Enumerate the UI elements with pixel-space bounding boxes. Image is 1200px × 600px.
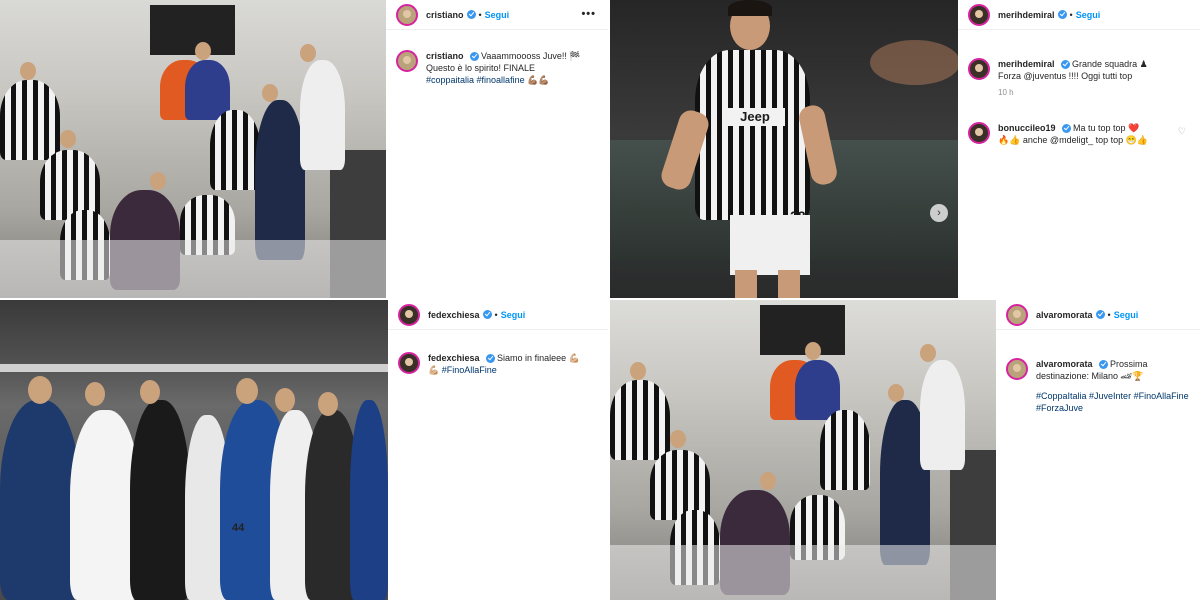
caption-hashtags-line2[interactable]: #ForzaJuve bbox=[1036, 403, 1083, 413]
username-link[interactable]: alvaromorata bbox=[1036, 310, 1093, 320]
caption-hashtags-line1[interactable]: #CoppaItalia #JuveInter #FinoAllaFine bbox=[1036, 391, 1189, 401]
caption: alvaromorata Prossima destinazione: Mila… bbox=[1006, 358, 1190, 414]
caption-text-line2: Forza @juventus !!!! Oggi tutti top bbox=[998, 71, 1133, 81]
username-link[interactable]: merihdemiral bbox=[998, 10, 1055, 20]
caption-hashtags[interactable]: 💪🏼 #FinoAllaFine bbox=[428, 365, 497, 375]
follow-button[interactable]: Segui bbox=[1114, 310, 1139, 320]
caption-username[interactable]: alvaromorata bbox=[1036, 359, 1093, 369]
post-merihdemiral: Jeep 28 › merihdemiral • Segui merihdemi… bbox=[610, 0, 1200, 298]
verified-badge-icon bbox=[482, 310, 492, 319]
post-header: merihdemiral • Segui bbox=[958, 0, 1200, 30]
player-number: 44 bbox=[232, 522, 245, 534]
post-fedexchiesa: 44 fedexchiesa • Segui fedexchiesa Siamo… bbox=[0, 300, 608, 600]
caption-text-line2: destinazione: Milano 🏎🏆 bbox=[1036, 371, 1144, 381]
post-photo-player[interactable]: Jeep 28 › bbox=[610, 0, 958, 298]
separator-dot: • bbox=[494, 309, 498, 320]
caption-text-line1: Prossima bbox=[1110, 359, 1148, 369]
verified-badge-icon bbox=[485, 354, 495, 364]
verified-badge-icon bbox=[1061, 124, 1071, 134]
post-header: alvaromorata • Segui bbox=[996, 300, 1200, 330]
like-heart-icon[interactable]: ♡ bbox=[1178, 126, 1186, 137]
username-link[interactable]: cristiano bbox=[426, 10, 464, 20]
caption-text-line1: Vaaammoooss Juve!! 🏁 bbox=[481, 51, 581, 61]
jersey-sponsor: Jeep bbox=[725, 108, 785, 126]
post-cristiano: cristiano • Segui ••• cristiano Vaaammoo… bbox=[0, 0, 608, 298]
verified-badge-icon bbox=[1060, 60, 1070, 70]
post-sidebar: fedexchiesa • Segui fedexchiesa Siamo in… bbox=[388, 300, 608, 600]
caption-username[interactable]: merihdemiral bbox=[998, 59, 1055, 69]
username-link[interactable]: fedexchiesa bbox=[428, 310, 480, 320]
separator-dot: • bbox=[1107, 309, 1111, 320]
tv-screen bbox=[760, 305, 845, 355]
verified-badge-icon bbox=[1057, 10, 1067, 19]
reply-comment: bonuccileo19 Ma tu top top ❤️ 🔥👍 anche @… bbox=[968, 122, 1190, 146]
caption-hashtags[interactable]: #coppaitalia #finoallafine 💪🏽💪🏽 bbox=[426, 75, 550, 85]
caption: cristiano Vaaammoooss Juve!! 🏁 Questo è … bbox=[396, 50, 598, 86]
avatar[interactable] bbox=[396, 3, 418, 26]
follow-button[interactable]: Segui bbox=[485, 10, 510, 20]
comment-text-line1: Ma tu top top ❤️ bbox=[1073, 123, 1140, 133]
comment-text-line2: 🔥👍 anche @mdeligt_ top top 😁👍 bbox=[998, 135, 1149, 145]
avatar[interactable] bbox=[396, 50, 418, 72]
post-sidebar: cristiano • Segui ••• cristiano Vaaammoo… bbox=[386, 0, 608, 298]
avatar[interactable] bbox=[1006, 358, 1028, 380]
caption-username[interactable]: fedexchiesa bbox=[428, 353, 480, 363]
post-photo-locker-room[interactable] bbox=[0, 0, 386, 298]
caption-text-line1: Grande squadra ♟ bbox=[1072, 59, 1148, 69]
avatar[interactable] bbox=[968, 122, 990, 144]
more-options-icon[interactable]: ••• bbox=[581, 8, 596, 20]
caption: merihdemiral Grande squadra ♟ Forza @juv… bbox=[968, 58, 1190, 99]
follow-button[interactable]: Segui bbox=[1076, 10, 1101, 20]
post-sidebar: merihdemiral • Segui merihdemiral Grande… bbox=[958, 0, 1200, 298]
caption-text-line2: Questo è lo spirito! FINALE bbox=[426, 63, 536, 73]
follow-button[interactable]: Segui bbox=[501, 310, 526, 320]
avatar[interactable] bbox=[968, 58, 990, 80]
verified-badge-icon bbox=[466, 10, 476, 19]
tv-screen bbox=[150, 5, 235, 55]
verified-badge-icon bbox=[1095, 310, 1105, 319]
post-header: fedexchiesa • Segui bbox=[388, 300, 608, 330]
next-photo-chevron-right-icon[interactable]: › bbox=[930, 204, 948, 222]
post-photo-pitch-celebration[interactable]: 44 bbox=[0, 300, 388, 600]
separator-dot: • bbox=[1069, 9, 1073, 20]
post-sidebar: alvaromorata • Segui alvaromorata Prossi… bbox=[996, 300, 1200, 600]
post-photo-locker-room-2[interactable] bbox=[610, 300, 996, 600]
separator-dot: • bbox=[478, 9, 482, 20]
verified-badge-icon bbox=[469, 52, 479, 62]
avatar[interactable] bbox=[1006, 303, 1028, 326]
caption-text-line1: Siamo in finaleee 💪🏼 bbox=[497, 353, 580, 363]
avatar[interactable] bbox=[968, 3, 990, 26]
caption: fedexchiesa Siamo in finaleee 💪🏼 💪🏼 #Fin… bbox=[398, 352, 598, 376]
verified-badge-icon bbox=[1098, 360, 1108, 370]
caption-username[interactable]: cristiano bbox=[426, 51, 464, 61]
post-header: cristiano • Segui ••• bbox=[386, 0, 608, 30]
avatar[interactable] bbox=[398, 352, 420, 374]
comment-username[interactable]: bonuccileo19 bbox=[998, 123, 1056, 133]
avatar[interactable] bbox=[398, 303, 420, 326]
post-timestamp[interactable]: 10 h bbox=[998, 87, 1148, 99]
post-alvaromorata: alvaromorata • Segui alvaromorata Prossi… bbox=[610, 300, 1200, 600]
